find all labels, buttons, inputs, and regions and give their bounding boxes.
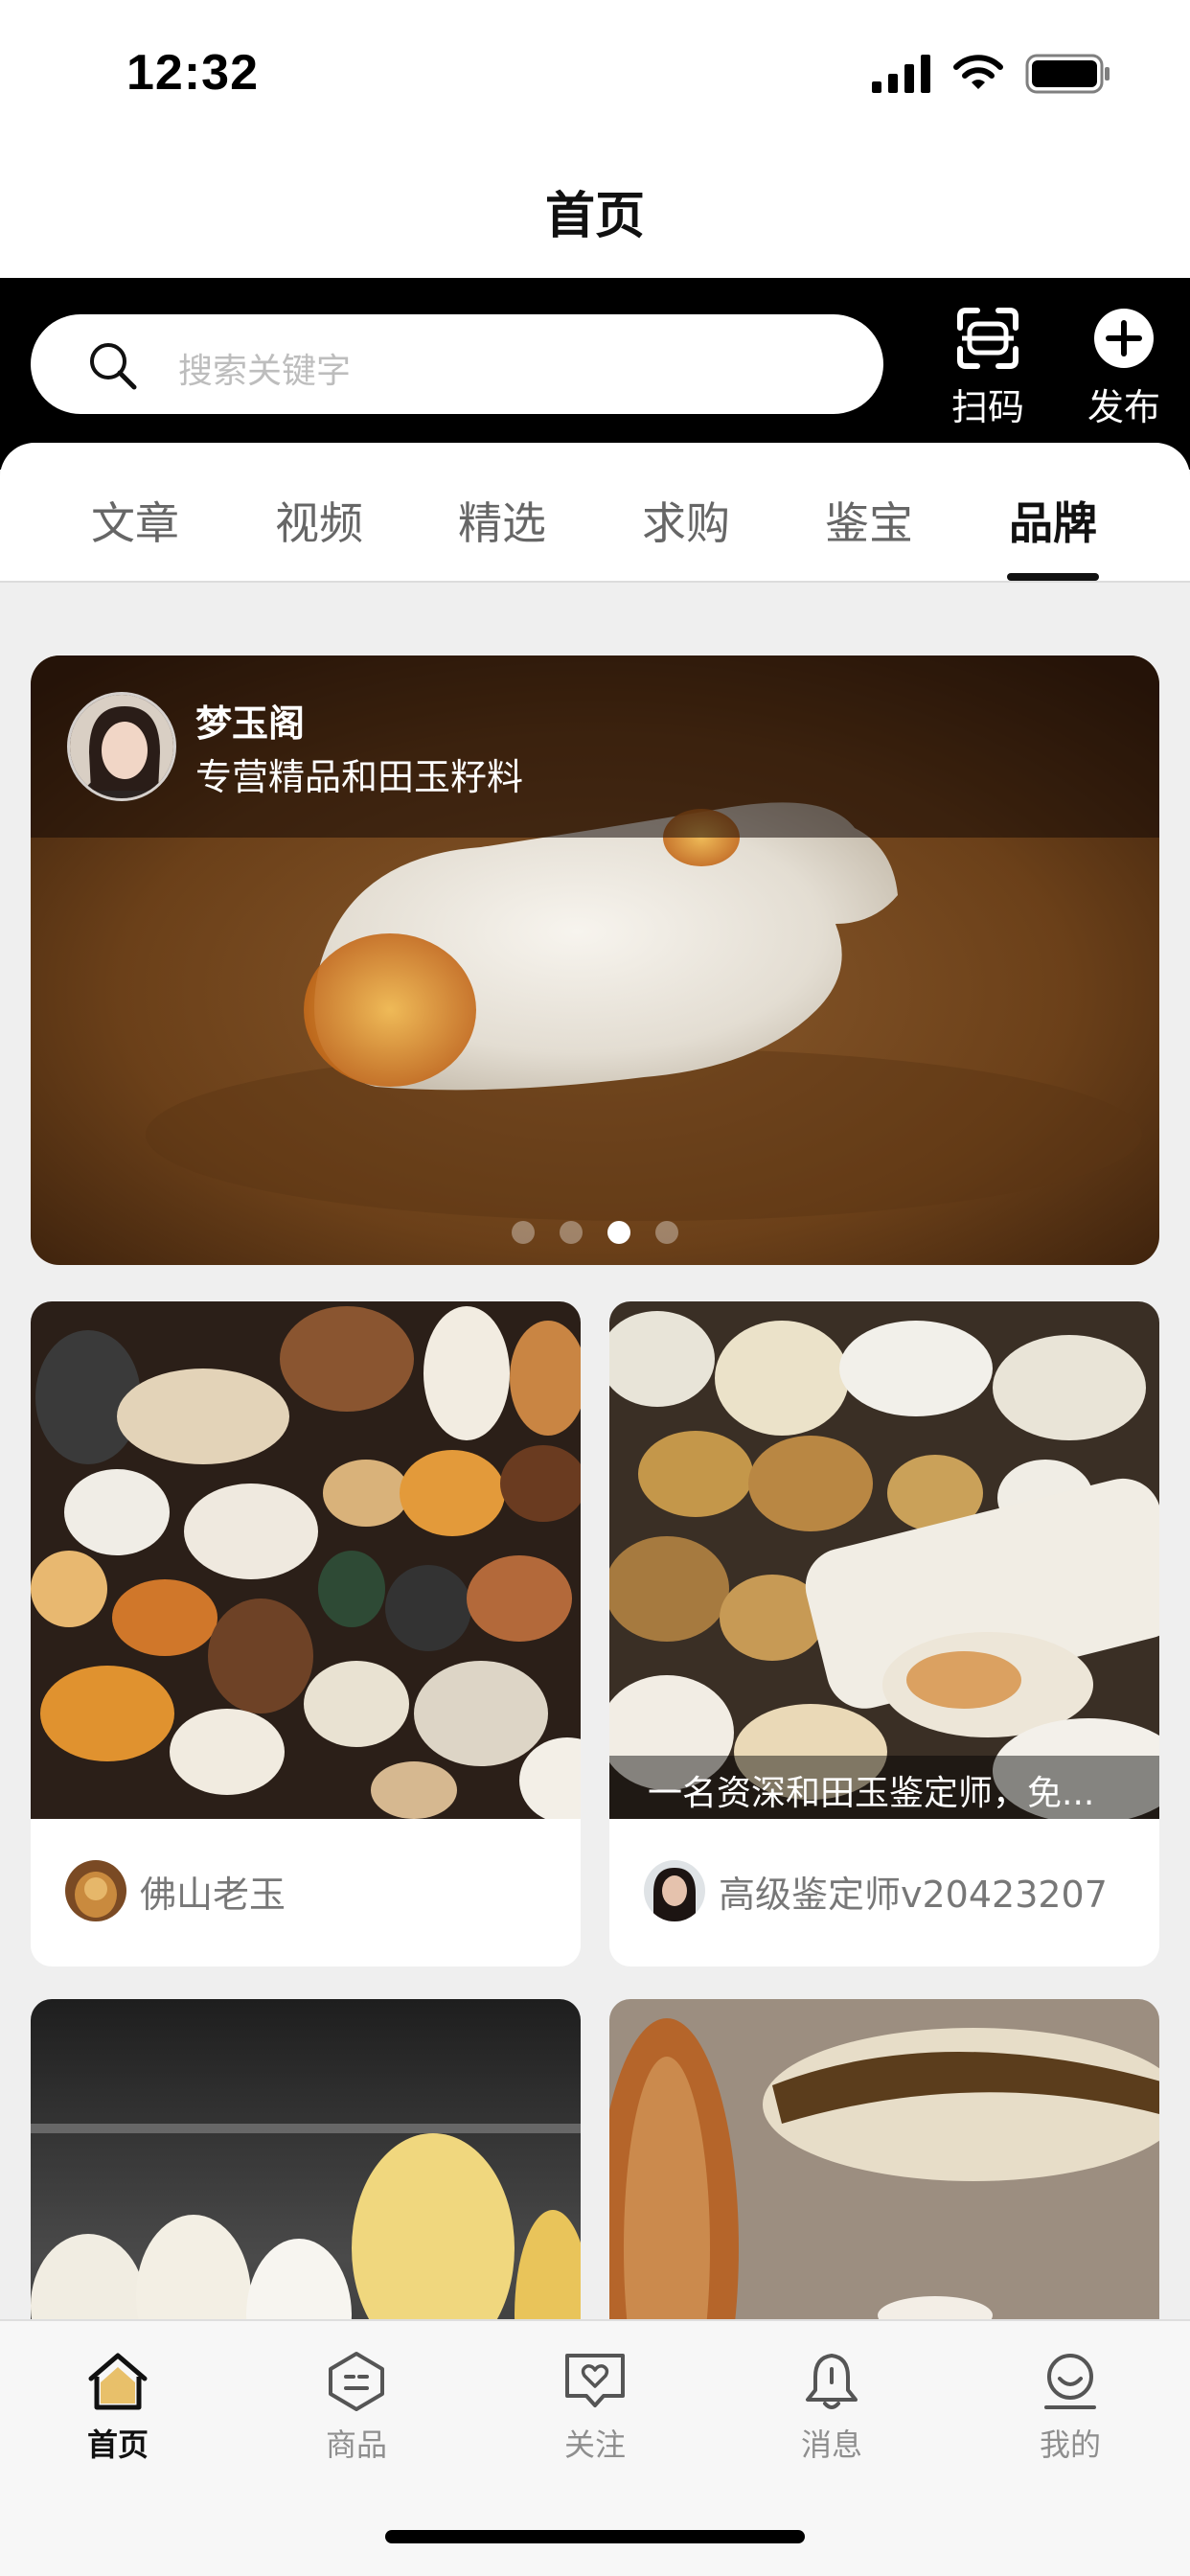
category-tabs: 文章 视频 精选 求购 鉴宝 品牌 bbox=[0, 443, 1190, 583]
bell-icon bbox=[806, 2354, 858, 2409]
tab-article[interactable]: 文章 bbox=[63, 489, 207, 552]
tabbar-follow[interactable]: 关注 bbox=[518, 2350, 672, 2465]
carousel-dot[interactable] bbox=[655, 1221, 678, 1244]
publish-button[interactable]: 发布 bbox=[1071, 307, 1177, 430]
tab-wanted[interactable]: 求购 bbox=[614, 489, 758, 552]
brand-name: 梦玉阁 bbox=[195, 702, 306, 745]
author-avatar[interactable] bbox=[65, 1860, 126, 1921]
carousel-dot[interactable] bbox=[512, 1221, 535, 1244]
tab-video[interactable]: 视频 bbox=[247, 489, 391, 552]
search-bar: 搜索关键字 扫码 发布 bbox=[0, 278, 1190, 470]
tabbar-home[interactable]: 首页 bbox=[41, 2350, 195, 2465]
author-name: 高级鉴定师v20423207 bbox=[719, 1873, 1108, 1916]
nav-header: 首页 bbox=[0, 144, 1190, 278]
tabbar-messages[interactable]: 消息 bbox=[755, 2350, 908, 2465]
home-icon bbox=[88, 2353, 148, 2410]
post-image bbox=[31, 1301, 581, 1819]
follow-icon bbox=[565, 2354, 625, 2407]
search-icon bbox=[90, 343, 137, 390]
author-name: 佛山老玉 bbox=[140, 1873, 286, 1916]
wifi-icon bbox=[953, 55, 1003, 89]
tabbar-profile-label: 我的 bbox=[1039, 2426, 1101, 2463]
tab-featured[interactable]: 精选 bbox=[430, 489, 574, 552]
tab-appraisal[interactable]: 鉴宝 bbox=[797, 489, 941, 552]
scan-label: 扫码 bbox=[950, 386, 1024, 428]
carousel-dots bbox=[31, 1221, 1159, 1244]
card-footer: 佛山老玉 bbox=[31, 1819, 581, 1963]
page-title: 首页 bbox=[544, 187, 645, 245]
tabbar-profile[interactable]: 我的 bbox=[994, 2350, 1147, 2465]
status-bar: 12:32 bbox=[0, 0, 1190, 144]
tabbar-home-label: 首页 bbox=[86, 2426, 149, 2463]
carousel-dot[interactable] bbox=[560, 1221, 583, 1244]
post-card[interactable]: 佛山老玉 bbox=[31, 1301, 581, 1966]
tab-brand[interactable]: 品牌 bbox=[981, 489, 1125, 552]
brand-description: 专营精品和田玉籽料 bbox=[195, 756, 524, 798]
scan-icon bbox=[957, 308, 1018, 369]
tabbar-messages-label: 消息 bbox=[800, 2426, 862, 2463]
tabbar-follow-label: 关注 bbox=[563, 2426, 626, 2463]
cellular-signal-icon bbox=[872, 55, 930, 93]
plus-circle-icon bbox=[1094, 309, 1154, 368]
search-input[interactable]: 搜索关键字 bbox=[31, 314, 883, 414]
tabbar-products-label: 商品 bbox=[325, 2426, 387, 2463]
author-avatar[interactable] bbox=[644, 1860, 705, 1921]
scan-button[interactable]: 扫码 bbox=[935, 307, 1041, 430]
search-placeholder: 搜索关键字 bbox=[178, 352, 352, 391]
profile-icon bbox=[1044, 2354, 1096, 2409]
status-icons bbox=[872, 54, 1111, 94]
brand-avatar[interactable] bbox=[67, 692, 176, 801]
carousel-dot-active[interactable] bbox=[607, 1221, 630, 1244]
banner-overlay bbox=[31, 656, 1159, 838]
publish-label: 发布 bbox=[1087, 386, 1160, 428]
product-icon bbox=[329, 2352, 384, 2411]
home-indicator bbox=[385, 2530, 805, 2543]
battery-icon bbox=[1025, 54, 1110, 94]
brand-banner[interactable]: 梦玉阁 专营精品和田玉籽料 bbox=[31, 656, 1159, 1265]
post-caption: 一名资深和田玉鉴定师，免... bbox=[609, 1756, 1159, 1819]
active-tab-indicator bbox=[1007, 573, 1099, 581]
tabbar-products[interactable]: 商品 bbox=[280, 2350, 433, 2465]
card-footer: 高级鉴定师v20423207 bbox=[609, 1819, 1159, 1963]
post-image bbox=[609, 1301, 1159, 1819]
post-card[interactable]: 一名资深和田玉鉴定师，免... 高级鉴定师v20423207 bbox=[609, 1301, 1159, 1966]
status-time: 12:32 bbox=[126, 45, 259, 101]
